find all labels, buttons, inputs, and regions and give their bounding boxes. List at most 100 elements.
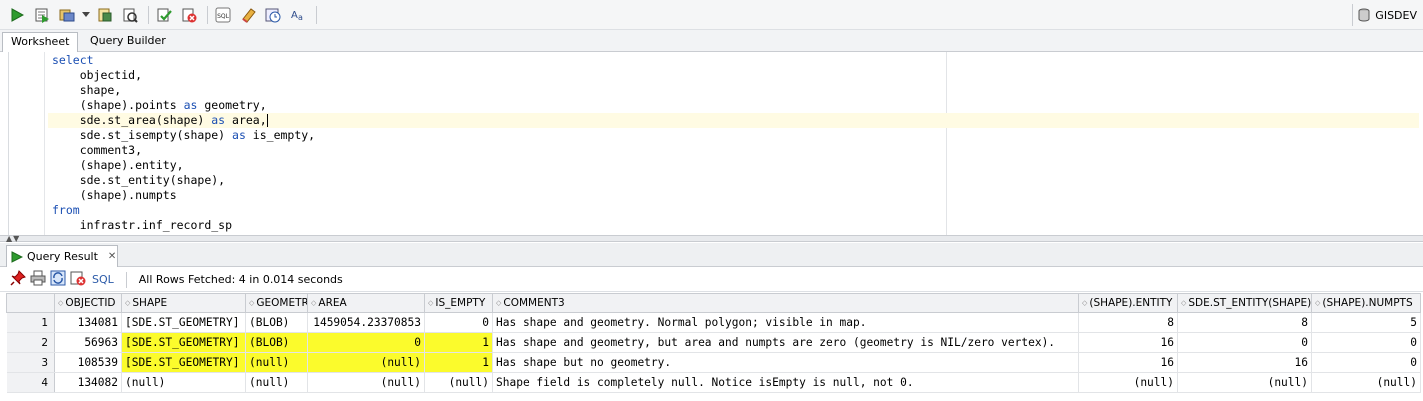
column-header-geometry[interactable]: ◇GEOMETRY	[245, 293, 308, 313]
column-header-shape-entity[interactable]: ◇ (SHAPE).ENTITY	[1078, 293, 1178, 313]
code-line[interactable]: shape,	[52, 83, 1419, 98]
column-header-label: AREA	[318, 297, 347, 309]
code-line[interactable]: infrastr.inf_record_sp	[52, 218, 1419, 233]
cell-geometry[interactable]: (BLOB)	[245, 332, 308, 353]
table-row[interactable]: 1 134081 [SDE.ST_GEOMETRY] (BLOB) 1459054.23…	[6, 312, 1421, 333]
cell-numpts[interactable]: 0	[1311, 332, 1421, 353]
run-statement-icon[interactable]	[6, 4, 28, 26]
cell-is-empty[interactable]: 0	[424, 312, 493, 333]
run-script-icon[interactable]	[31, 4, 53, 26]
cell-st-entity[interactable]: 8	[1177, 312, 1312, 333]
cell-st-entity[interactable]: 0	[1177, 332, 1312, 353]
cell-objectid[interactable]: 134082	[54, 372, 122, 393]
refresh-icon[interactable]	[50, 270, 66, 289]
cell-objectid[interactable]: 108539	[54, 352, 122, 373]
tab-query-result[interactable]: Query Result ✕	[6, 245, 118, 267]
cell-objectid[interactable]: 56963	[54, 332, 122, 353]
cell-st-entity[interactable]: (null)	[1177, 372, 1312, 393]
pin-icon[interactable]	[10, 270, 26, 289]
code-line[interactable]: sde.st_area(shape) as area,	[48, 113, 1419, 128]
table-row[interactable]: 2 56963 [SDE.ST_GEOMETRY] (BLOB) 0 1 Has shape…	[6, 332, 1421, 353]
explain-plan-icon[interactable]	[94, 4, 116, 26]
cell-numpts[interactable]: 0	[1311, 352, 1421, 373]
autotrace-icon[interactable]	[56, 4, 78, 26]
clear-eraser-icon[interactable]	[237, 4, 259, 26]
sort-icon[interactable]: ◇	[125, 299, 130, 307]
code-line[interactable]: objectid,	[52, 68, 1419, 83]
sql-editor[interactable]: select objectid, shape, (shape).points a…	[0, 52, 1423, 235]
code-line[interactable]: (shape).points as geometry,	[52, 98, 1419, 113]
column-header-objectid[interactable]: ◇ OBJECTID	[54, 293, 122, 313]
cell-shape-entity[interactable]: 8	[1078, 312, 1178, 333]
cancel-fetch-icon[interactable]	[70, 270, 86, 289]
cell-comment3[interactable]: Has shape but no geometry.	[492, 352, 1079, 373]
cell-geometry[interactable]: (null)	[245, 352, 308, 373]
sql-code[interactable]: select objectid, shape, (shape).points a…	[48, 53, 1419, 233]
sql-tuning-icon[interactable]	[119, 4, 141, 26]
sort-icon[interactable]: ◇	[58, 299, 63, 307]
code-line[interactable]: (shape).numpts	[52, 188, 1419, 203]
cell-geometry[interactable]: (BLOB)	[245, 312, 308, 333]
cell-shape[interactable]: [SDE.ST_GEOMETRY]	[121, 352, 246, 373]
cell-st-entity[interactable]: 16	[1177, 352, 1312, 373]
pane-splitter[interactable]: ▲▼	[0, 234, 1423, 243]
cell-shape-entity[interactable]: 16	[1078, 352, 1178, 373]
column-header-st-entity[interactable]: ◇ SDE.ST_ENTITY(SHAPE)	[1177, 293, 1312, 313]
print-icon[interactable]	[30, 270, 46, 289]
cell-shape[interactable]: [SDE.ST_GEOMETRY]	[121, 332, 246, 353]
history-icon[interactable]	[262, 4, 284, 26]
sort-icon[interactable]: ◇	[1082, 299, 1087, 307]
cell-area[interactable]: 1459054.23370853	[307, 312, 425, 333]
sql-worksheet-icon[interactable]: SQL	[212, 4, 234, 26]
cell-shape[interactable]: [SDE.ST_GEOMETRY]	[121, 312, 246, 333]
cell-geometry[interactable]: (null)	[245, 372, 308, 393]
cell-area[interactable]: (null)	[307, 352, 425, 373]
column-header-numpts[interactable]: ◇ (SHAPE).NUMPTS	[1311, 293, 1421, 313]
column-header-is-empty[interactable]: ◇ IS_EMPTY	[424, 293, 493, 313]
cell-shape[interactable]: (null)	[121, 372, 246, 393]
sql-link[interactable]: SQL	[92, 273, 114, 286]
sort-icon[interactable]: ◇	[311, 299, 316, 307]
play-icon	[11, 250, 23, 263]
cell-numpts[interactable]: 5	[1311, 312, 1421, 333]
column-header-label: SDE.ST_ENTITY(SHAPE)	[1188, 297, 1312, 309]
code-line[interactable]: sde.st_entity(shape),	[52, 173, 1419, 188]
table-row[interactable]: 4 134082 (null) (null) (null) (null) Shape fie…	[6, 372, 1421, 393]
code-line[interactable]: sde.st_isempty(shape) as is_empty,	[52, 128, 1419, 143]
connection-selector[interactable]: GISDEV	[1352, 4, 1423, 26]
cell-area[interactable]: (null)	[307, 372, 425, 393]
code-line[interactable]: select	[52, 53, 1419, 68]
cell-is-empty[interactable]: 1	[424, 352, 493, 373]
sort-icon[interactable]: ◇	[1315, 299, 1320, 307]
close-tab-icon[interactable]: ✕	[108, 251, 116, 262]
cell-comment3[interactable]: Has shape and geometry, but area and num…	[492, 332, 1079, 353]
cell-comment3[interactable]: Has shape and geometry. Normal polygon; …	[492, 312, 1079, 333]
cell-shape-entity[interactable]: (null)	[1078, 372, 1178, 393]
column-header-shape[interactable]: ◇ SHAPE	[121, 293, 246, 313]
sort-icon[interactable]: ◇	[1181, 299, 1186, 307]
cell-is-empty[interactable]: 1	[424, 332, 493, 353]
sql-text: infrastr.inf_record_sp	[52, 218, 233, 232]
cell-area[interactable]: 0	[307, 332, 425, 353]
cell-is-empty[interactable]: (null)	[424, 372, 493, 393]
rollback-icon[interactable]	[178, 4, 200, 26]
sort-icon[interactable]: ◇	[496, 299, 501, 307]
cell-comment3[interactable]: Shape field is completely null. Notice i…	[492, 372, 1079, 393]
tab-worksheet[interactable]: Worksheet	[2, 32, 78, 52]
code-line[interactable]: (shape).entity,	[52, 158, 1419, 173]
cell-shape-entity[interactable]: 16	[1078, 332, 1178, 353]
dropdown-arrow-icon[interactable]	[81, 4, 91, 26]
column-header-area[interactable]: ◇ AREA	[307, 293, 425, 313]
case-toggle-icon[interactable]: Aa	[287, 4, 309, 26]
code-line[interactable]: comment3,	[52, 143, 1419, 158]
table-row[interactable]: 3 108539 [SDE.ST_GEOMETRY] (null) (null) 1 Has…	[6, 352, 1421, 373]
splitter-arrows-icon[interactable]: ▲▼	[6, 234, 20, 243]
sort-icon[interactable]: ◇	[249, 299, 254, 307]
cell-numpts[interactable]: (null)	[1311, 372, 1421, 393]
tab-query-builder[interactable]: Query Builder	[82, 32, 174, 52]
sort-icon[interactable]: ◇	[428, 299, 433, 307]
code-line[interactable]: from	[52, 203, 1419, 218]
column-header-comment3[interactable]: ◇ COMMENT3	[492, 293, 1079, 313]
cell-objectid[interactable]: 134081	[54, 312, 122, 333]
commit-icon[interactable]	[153, 4, 175, 26]
